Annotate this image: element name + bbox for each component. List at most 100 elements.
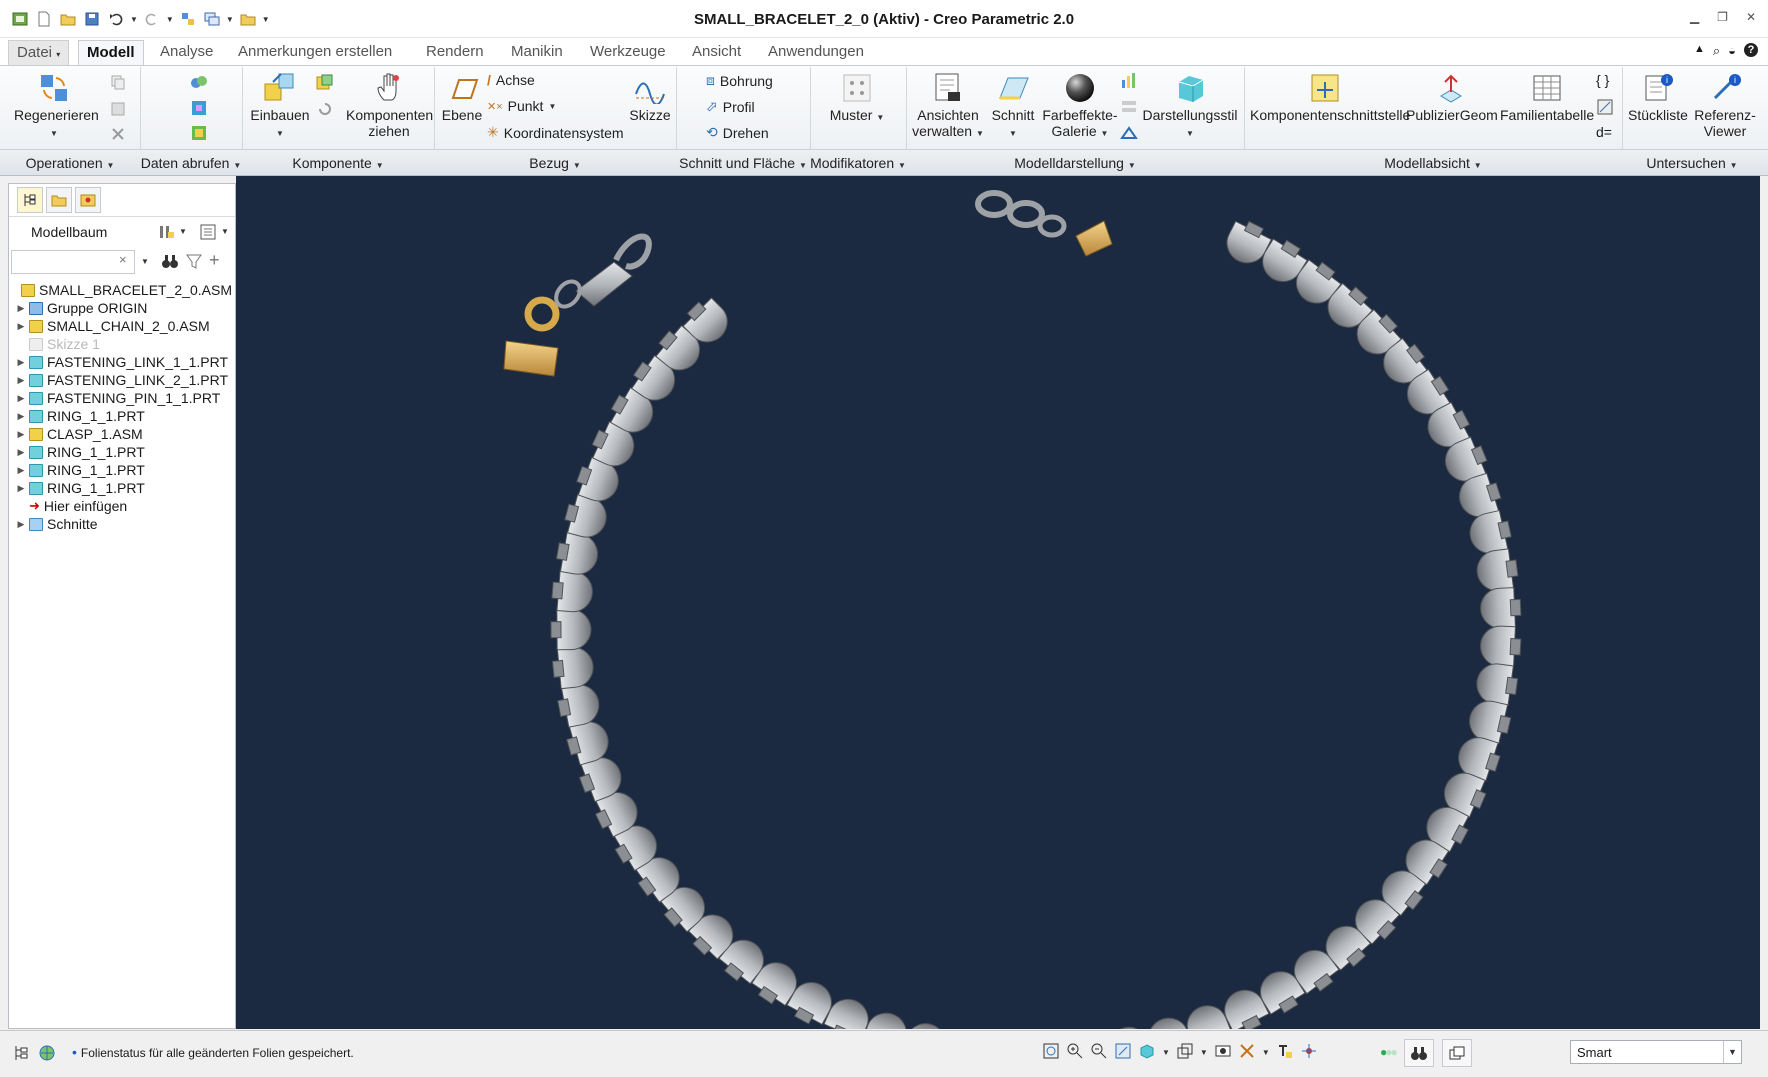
perspective-icon[interactable]	[1120, 124, 1138, 145]
regeneration-status-icon[interactable]: ●●●	[1380, 1045, 1398, 1059]
expand-arrow-icon[interactable]: ▶	[15, 429, 27, 440]
pattern-button[interactable]: Muster ▼	[824, 72, 890, 126]
tree-node[interactable]: ▶ FASTENING_LINK_2_1.PRT	[15, 371, 235, 389]
filter-icon[interactable]	[185, 252, 203, 273]
tree-node[interactable]: ▶ RING_1_1.PRT	[15, 461, 235, 479]
tab-anwendungen[interactable]: Anwendungen	[760, 40, 872, 65]
show-dropdown-icon[interactable]: ▼	[221, 227, 229, 236]
revolve-button[interactable]: ⟲ Drehen	[706, 124, 769, 141]
expand-arrow-icon[interactable]: ▶	[15, 447, 27, 458]
zoom-in-icon[interactable]	[1066, 1042, 1084, 1063]
tree-node[interactable]: ▶ FASTENING_PIN_1_1.PRT	[15, 389, 235, 407]
tree-settings-dropdown-icon[interactable]: ▼	[179, 227, 187, 236]
help-icon[interactable]: ?	[1744, 43, 1758, 57]
community-icon[interactable]: ◒	[1728, 43, 1736, 59]
switch-dimensions-button[interactable]: d=	[1596, 124, 1612, 140]
tree-settings-icon[interactable]	[157, 223, 175, 244]
expand-arrow-icon[interactable]: ▶	[15, 465, 27, 476]
expand-arrow-icon[interactable]: ▶	[15, 393, 27, 404]
group-operationen[interactable]: Operationen ▼	[0, 155, 140, 171]
add-column-icon[interactable]: +	[209, 250, 220, 271]
tree-search-input[interactable]	[11, 250, 135, 274]
publish-geometry-button[interactable]: PublizierGeom	[1406, 72, 1498, 123]
group-modifikatoren[interactable]: Modifikatoren ▼	[810, 155, 906, 171]
relations-icon[interactable]: { }	[1596, 72, 1609, 88]
binoculars-icon[interactable]	[161, 252, 179, 273]
expand-arrow-icon[interactable]: ▶	[15, 519, 27, 530]
coordinate-system-button[interactable]: ✳ Koordinatensystem	[487, 124, 624, 141]
tab-manikin[interactable]: Manikin	[503, 40, 571, 65]
saved-orientations-icon[interactable]	[1176, 1042, 1194, 1063]
display-style-button[interactable]: Darstellungsstil ▼	[1142, 72, 1238, 142]
appearance-gallery-button[interactable]: Farbeffekte- Galerie ▼	[1040, 72, 1120, 142]
point-button[interactable]: ✕× Punkt ▼	[487, 98, 556, 114]
copy-geometry-icon[interactable]	[190, 99, 208, 120]
assemble-button[interactable]: Einbauen ▼	[250, 72, 310, 142]
tab-werkzeuge[interactable]: Werkzeuge	[582, 40, 674, 65]
group-modellabsicht[interactable]: Modellabsicht ▼	[1244, 155, 1622, 171]
zoom-out-icon[interactable]	[1090, 1042, 1108, 1063]
show-navigator-icon[interactable]	[12, 1044, 30, 1065]
find-icon[interactable]	[1404, 1039, 1434, 1067]
expand-arrow-icon[interactable]: ▶	[15, 303, 27, 314]
extrude-button[interactable]: ⬀ Profil	[706, 98, 755, 115]
tab-anmerkungen[interactable]: Anmerkungen erstellen	[230, 40, 400, 65]
tree-node[interactable]: ▶ Schnitte	[15, 515, 235, 533]
refit-icon[interactable]	[1042, 1042, 1060, 1063]
selection-filter-select[interactable]: Smart ▼	[1570, 1040, 1742, 1064]
group-daten-abrufen[interactable]: Daten abrufen ▼	[140, 155, 242, 171]
datum-plane-button[interactable]: Ebene	[440, 72, 484, 123]
view-manager-icon[interactable]	[1214, 1042, 1232, 1063]
expand-arrow-icon[interactable]: ▶	[15, 357, 27, 368]
filter-dropdown-icon[interactable]: ▼	[1723, 1041, 1741, 1063]
tree-node[interactable]: ▶ RING_1_1.PRT	[15, 479, 235, 497]
tree-node[interactable]: ▶ CLASP_1.ASM	[15, 425, 235, 443]
group-untersuchen[interactable]: Untersuchen ▼	[1622, 155, 1762, 171]
tab-modell[interactable]: Modell	[78, 40, 144, 65]
datum-display-icon[interactable]	[1238, 1042, 1256, 1063]
hole-button[interactable]: ⧈ Bohrung	[706, 72, 773, 89]
user-defined-feature-icon[interactable]	[190, 74, 208, 95]
collapse-ribbon-icon[interactable]: ▲	[1694, 43, 1705, 59]
tab-ansicht[interactable]: Ansicht	[684, 40, 749, 65]
maximize-icon[interactable]: ❐	[1717, 10, 1728, 24]
group-modelldarstellung[interactable]: Modelldarstellung ▼	[906, 155, 1244, 171]
search-dropdown-icon[interactable]: ▼	[141, 257, 149, 266]
tree-node[interactable]: ▶ FASTENING_LINK_1_1.PRT	[15, 353, 235, 371]
tab-analyse[interactable]: Analyse	[152, 40, 221, 65]
annotation-display-icon[interactable]	[1276, 1042, 1294, 1063]
axis-button[interactable]: / Achse	[487, 72, 535, 88]
graphics-viewport[interactable]	[236, 176, 1760, 1077]
clear-search-icon[interactable]: ×	[119, 252, 127, 267]
tab-rendern[interactable]: Rendern	[418, 40, 492, 65]
parameters-icon[interactable]	[1596, 98, 1614, 119]
show-icon[interactable]	[199, 223, 217, 244]
reference-viewer-button[interactable]: i Referenz- Viewer	[1692, 72, 1758, 139]
paste-icon[interactable]	[110, 100, 126, 119]
spin-center-icon[interactable]	[1300, 1042, 1318, 1063]
favorites-tab[interactable]	[75, 187, 101, 213]
group-bezug[interactable]: Bezug ▼	[434, 155, 676, 171]
sketch-button[interactable]: Skizze	[626, 72, 674, 123]
tree-node[interactable]: ▶ SMALL_CHAIN_2_0.ASM	[15, 317, 235, 335]
bill-of-materials-button[interactable]: i Stückliste	[1626, 72, 1690, 123]
section-button[interactable]: Schnitt ▼	[988, 72, 1038, 142]
display-style-dropdown-icon[interactable]: ▼	[1162, 1048, 1170, 1057]
group-schnitt-und-flaeche[interactable]: Schnitt und Fläche ▼	[676, 155, 810, 171]
create-component-icon[interactable]	[316, 74, 334, 95]
expand-arrow-icon[interactable]: ▶	[15, 321, 27, 332]
repaint-icon[interactable]	[1114, 1042, 1132, 1063]
repeat-component-icon[interactable]	[316, 100, 334, 121]
show-browser-icon[interactable]	[38, 1044, 56, 1065]
tree-node[interactable]: SMALL_BRACELET_2_0.ASM	[15, 281, 235, 299]
tree-node[interactable]: Skizze 1	[15, 335, 235, 353]
tab-datei[interactable]: Datei ▾	[8, 40, 70, 65]
tree-node[interactable]: ▶ RING_1_1.PRT	[15, 407, 235, 425]
component-interface-button[interactable]: Komponentenschnittstelle	[1250, 72, 1410, 123]
display-states-icon[interactable]	[1120, 72, 1138, 93]
close-icon[interactable]: ✕	[1746, 10, 1756, 24]
shrinkwrap-icon[interactable]	[190, 124, 208, 145]
minimize-icon[interactable]: ▁	[1690, 10, 1699, 24]
layers-icon[interactable]	[1120, 98, 1138, 119]
tree-node[interactable]: ➜ Hier einfügen	[15, 497, 235, 515]
